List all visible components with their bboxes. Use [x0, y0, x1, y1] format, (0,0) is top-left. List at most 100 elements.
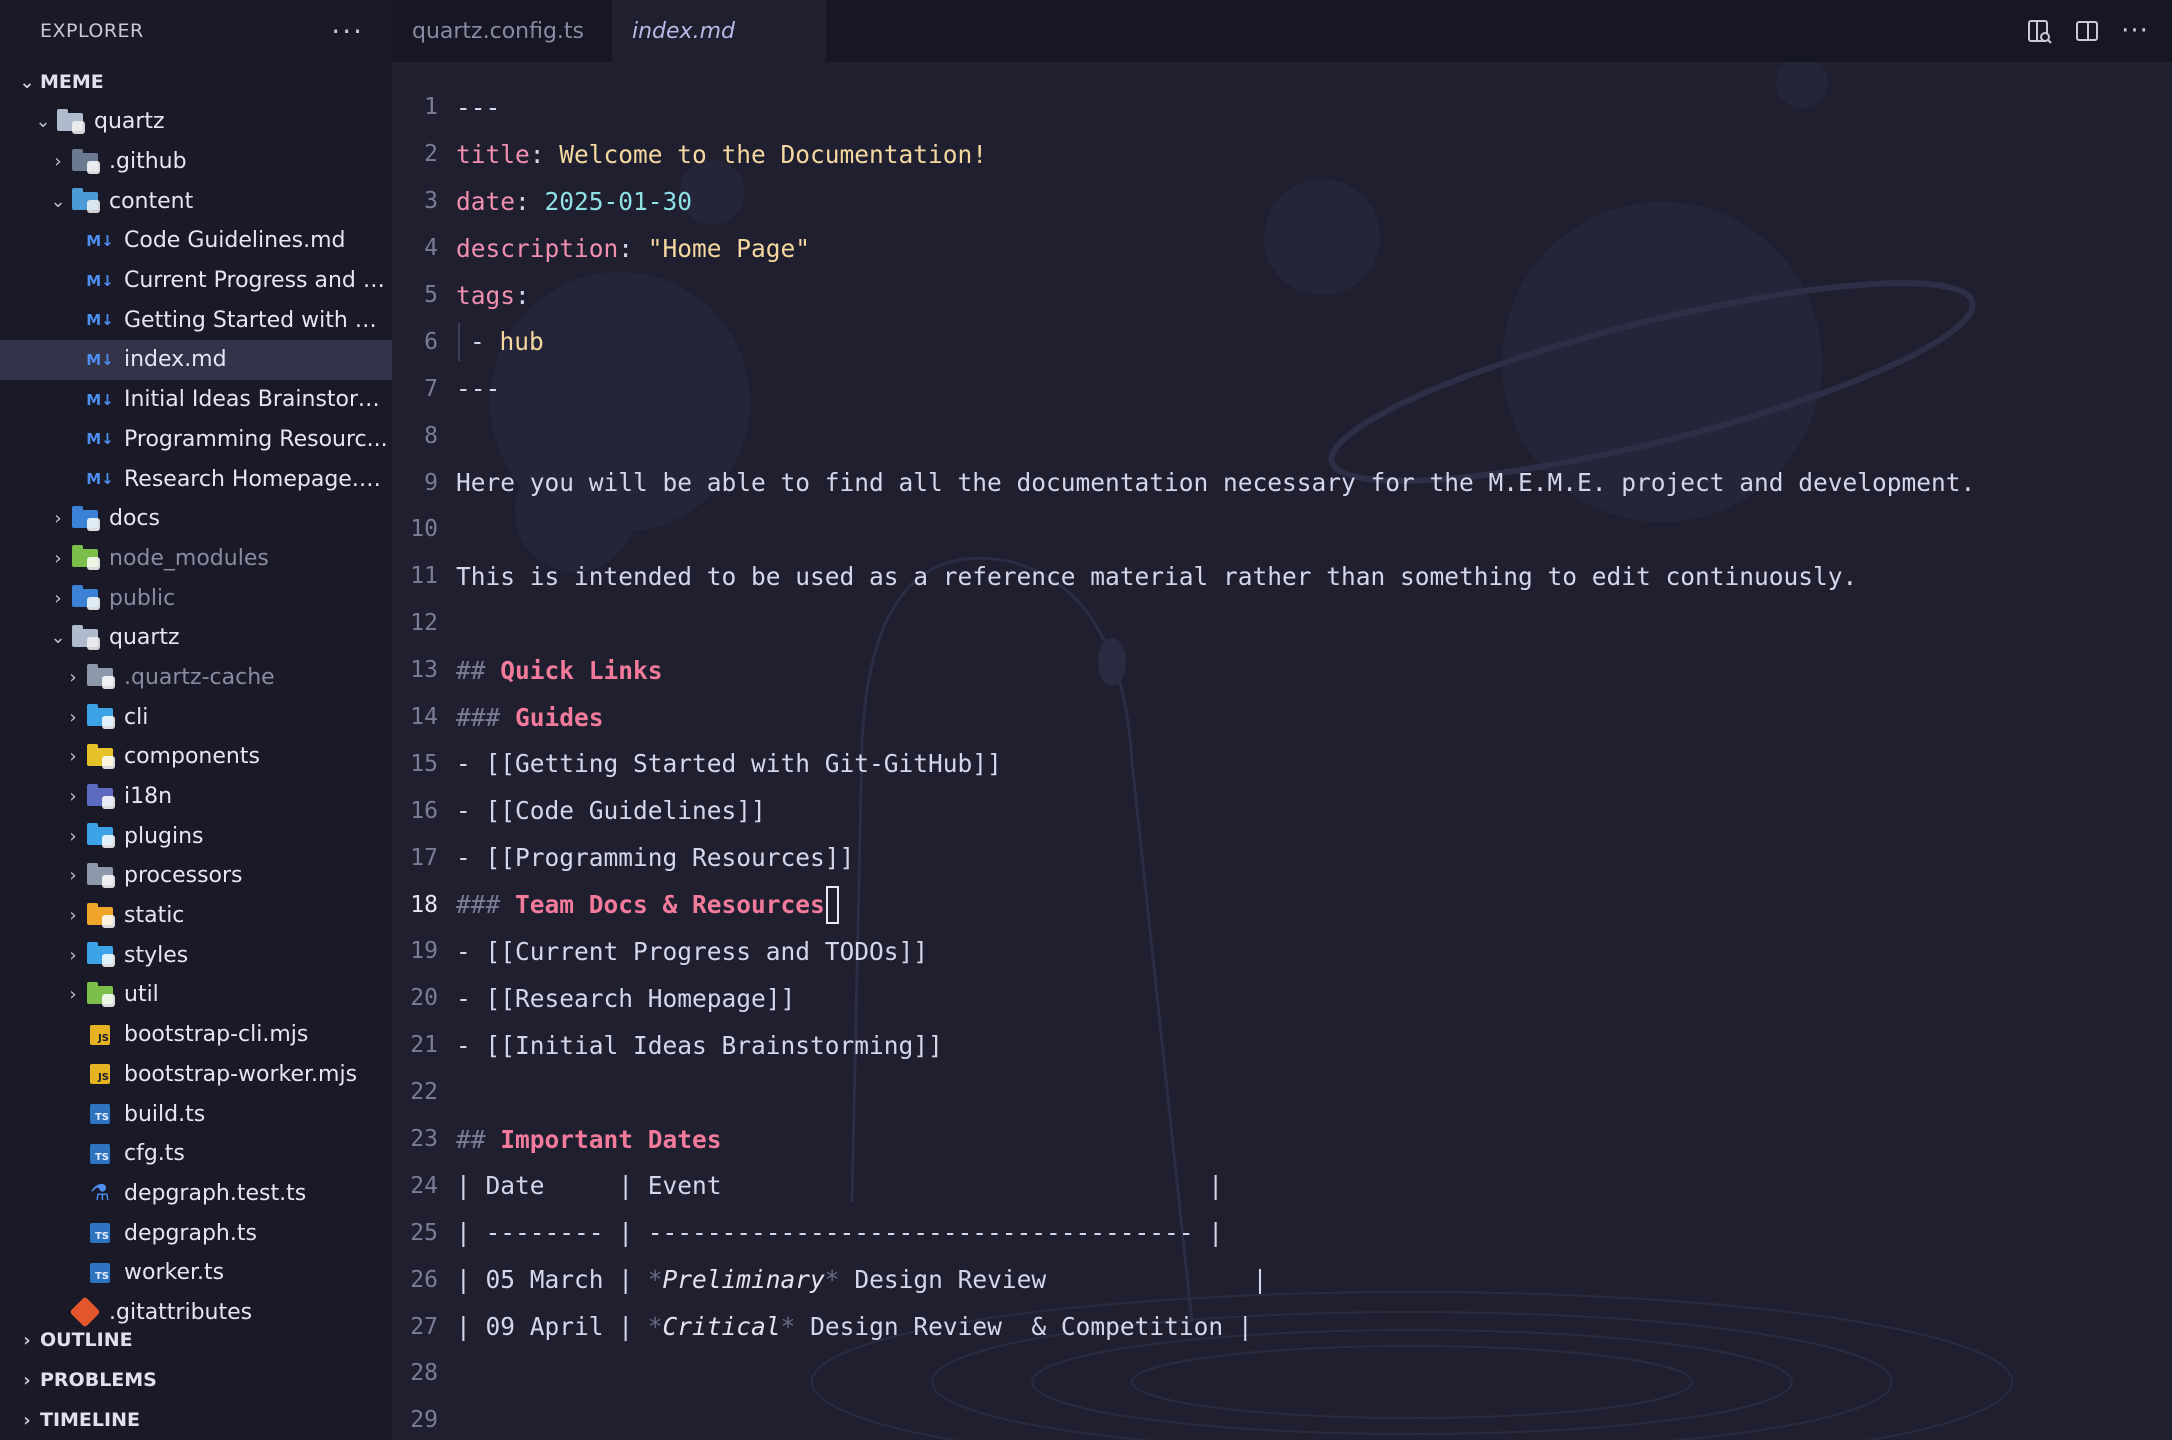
text-cursor	[825, 885, 839, 924]
tree-item[interactable]: › docs	[0, 499, 392, 539]
tree-item[interactable]: ⚗ depgraph.test.ts	[0, 1174, 392, 1214]
line-number: 19	[410, 938, 438, 965]
tree-item[interactable]: TS build.ts	[0, 1094, 392, 1134]
typescript-file-icon: TS	[86, 1222, 114, 1244]
chevron-right-icon: ›	[54, 587, 62, 609]
chevron-down-icon: ⌄	[50, 190, 66, 212]
more-actions-icon[interactable]: ···	[2121, 16, 2148, 46]
line-number: 17	[410, 844, 438, 871]
javascript-file-icon: JS	[86, 1024, 114, 1046]
chevron-right-icon: ›	[54, 508, 62, 530]
tree-item[interactable]: › cli	[0, 697, 392, 737]
line-number: 7	[424, 375, 438, 402]
tab-index-md[interactable]: index.md	[612, 0, 826, 62]
code-token: *	[824, 1265, 840, 1295]
chevron-right-icon: ›	[54, 151, 62, 173]
line-number: 24	[410, 1172, 438, 1199]
typescript-file-icon: TS	[86, 1143, 114, 1165]
tree-item-label: docs	[109, 506, 160, 532]
code-token: "Home Page"	[647, 233, 811, 263]
tab-label: quartz.config.ts	[412, 18, 585, 44]
tree-item[interactable]: JS bootstrap-worker.mjs	[0, 1055, 392, 1095]
outline-section-header[interactable]: › OUTLINE	[0, 1320, 392, 1360]
open-preview-icon[interactable]	[2026, 18, 2052, 44]
code-token: Critical	[662, 1312, 781, 1342]
tree-item-label: quartz	[109, 625, 180, 651]
tree-item-label: Research Homepage.md	[124, 466, 392, 492]
chevron-down-icon: ⌄	[50, 627, 66, 649]
tree-item-label: util	[124, 982, 159, 1008]
tree-item[interactable]: TS cfg.ts	[0, 1134, 392, 1174]
code-line: 27 | 09 April | * Critical * Design Review …	[392, 1303, 2172, 1350]
folder-icon	[86, 862, 115, 888]
editor-tab-bar: quartz.config.ts index.md ···	[392, 0, 2172, 62]
tree-item[interactable]: TS depgraph.ts	[0, 1213, 392, 1253]
tree-item[interactable]: M↓ Current Progress and T...	[0, 261, 392, 301]
split-editor-icon[interactable]	[2076, 21, 2098, 41]
tree-item-label: quartz	[94, 109, 165, 135]
tree-item[interactable]: › plugins	[0, 816, 392, 856]
tree-item[interactable]: › util	[0, 975, 392, 1015]
code-token: | Date | Event |	[456, 1171, 1224, 1201]
workspace-section-header[interactable]: ⌄ MEME	[0, 62, 392, 102]
chevron-right-icon: ›	[69, 706, 77, 728]
tree-item[interactable]: ⌄ content	[0, 181, 392, 221]
tree-item[interactable]: M↓ Research Homepage.md	[0, 459, 392, 499]
code-token: ###	[456, 890, 516, 920]
code-line: 25 | -------- | -------------------------…	[392, 1209, 2172, 1256]
tree-item-label: bootstrap-cli.mjs	[124, 1022, 309, 1048]
tree-item[interactable]: › i18n	[0, 777, 392, 817]
code-line: 13 ## Quick Links	[392, 647, 2172, 694]
chevron-right-icon: ›	[69, 746, 77, 768]
code-token: :	[618, 233, 648, 263]
tree-item[interactable]: ⌄ quartz	[0, 102, 392, 142]
code-lines: 1 --- 2 title: Welcome to the Documentation…	[392, 84, 2172, 1440]
tab-quartz-config[interactable]: quartz.config.ts	[392, 0, 612, 62]
tree-item[interactable]: M↓ index.md	[0, 340, 392, 380]
line-number: 27	[410, 1313, 438, 1340]
folder-open-icon	[71, 624, 100, 650]
tree-item[interactable]: › .quartz-cache	[0, 658, 392, 698]
tree-item[interactable]: JS bootstrap-cli.mjs	[0, 1015, 392, 1055]
tree-item[interactable]: M↓ Programming Resourc...	[0, 420, 392, 460]
tree-item[interactable]: TS worker.ts	[0, 1253, 392, 1293]
folder-icon	[86, 902, 115, 928]
code-line: 1 ---	[392, 84, 2172, 131]
sidebar-bottom-sections: › OUTLINE › PROBLEMS › TIMELINE	[0, 1320, 392, 1440]
tree-item[interactable]: › static	[0, 896, 392, 936]
tree-item[interactable]: › node_modules	[0, 539, 392, 579]
problems-section-header[interactable]: › PROBLEMS	[0, 1360, 392, 1400]
tree-item[interactable]: ⌄ quartz	[0, 618, 392, 658]
tree-item[interactable]: › public	[0, 578, 392, 618]
code-token: ###	[456, 702, 516, 732]
line-number: 11	[410, 563, 438, 590]
tree-item[interactable]: › components	[0, 737, 392, 777]
explorer-sidebar: EXPLORER ··· ⌄ MEME ⌄ quartz › .github ⌄ cont…	[0, 0, 393, 1440]
tree-item[interactable]: M↓ Getting Started with Gi...	[0, 300, 392, 340]
tree-item[interactable]: › .github	[0, 142, 392, 182]
explorer-title: EXPLORER	[40, 20, 144, 42]
timeline-section-header[interactable]: › TIMELINE	[0, 1400, 392, 1440]
tree-item-label: Initial Ideas Brainstorm...	[124, 387, 392, 413]
line-number: 15	[410, 750, 438, 777]
folder-icon	[71, 505, 100, 531]
explorer-more-actions-icon[interactable]: ···	[331, 15, 364, 48]
tree-item-label: Programming Resourc...	[124, 426, 388, 452]
code-token: :	[515, 280, 530, 310]
code-token: - [[Current Progress and TODOs]]	[456, 936, 929, 966]
tree-item[interactable]: › styles	[0, 935, 392, 975]
code-line: 15 - [[Getting Started with Git-GitHub]]	[392, 740, 2172, 787]
tree-item[interactable]: › processors	[0, 856, 392, 896]
tree-item[interactable]: M↓ Initial Ideas Brainstorm...	[0, 380, 392, 420]
file-tree: ⌄ quartz › .github ⌄ content M↓ Code Guidelines…	[0, 102, 392, 1332]
tree-item-label: processors	[124, 863, 243, 889]
line-number: 3	[424, 188, 438, 215]
code-line: 20 - [[Research Homepage]]	[392, 975, 2172, 1022]
tree-item[interactable]: M↓ Code Guidelines.md	[0, 221, 392, 261]
code-editor[interactable]: 1 --- 2 title: Welcome to the Documentation…	[392, 62, 2172, 1440]
code-line: 4 description: "Home Page"	[392, 225, 2172, 272]
code-line: 24 | Date | Event |	[392, 1162, 2172, 1209]
code-line: 6 - hub	[392, 318, 2172, 365]
code-token: Guides	[515, 702, 604, 732]
line-number: 10	[410, 516, 438, 543]
